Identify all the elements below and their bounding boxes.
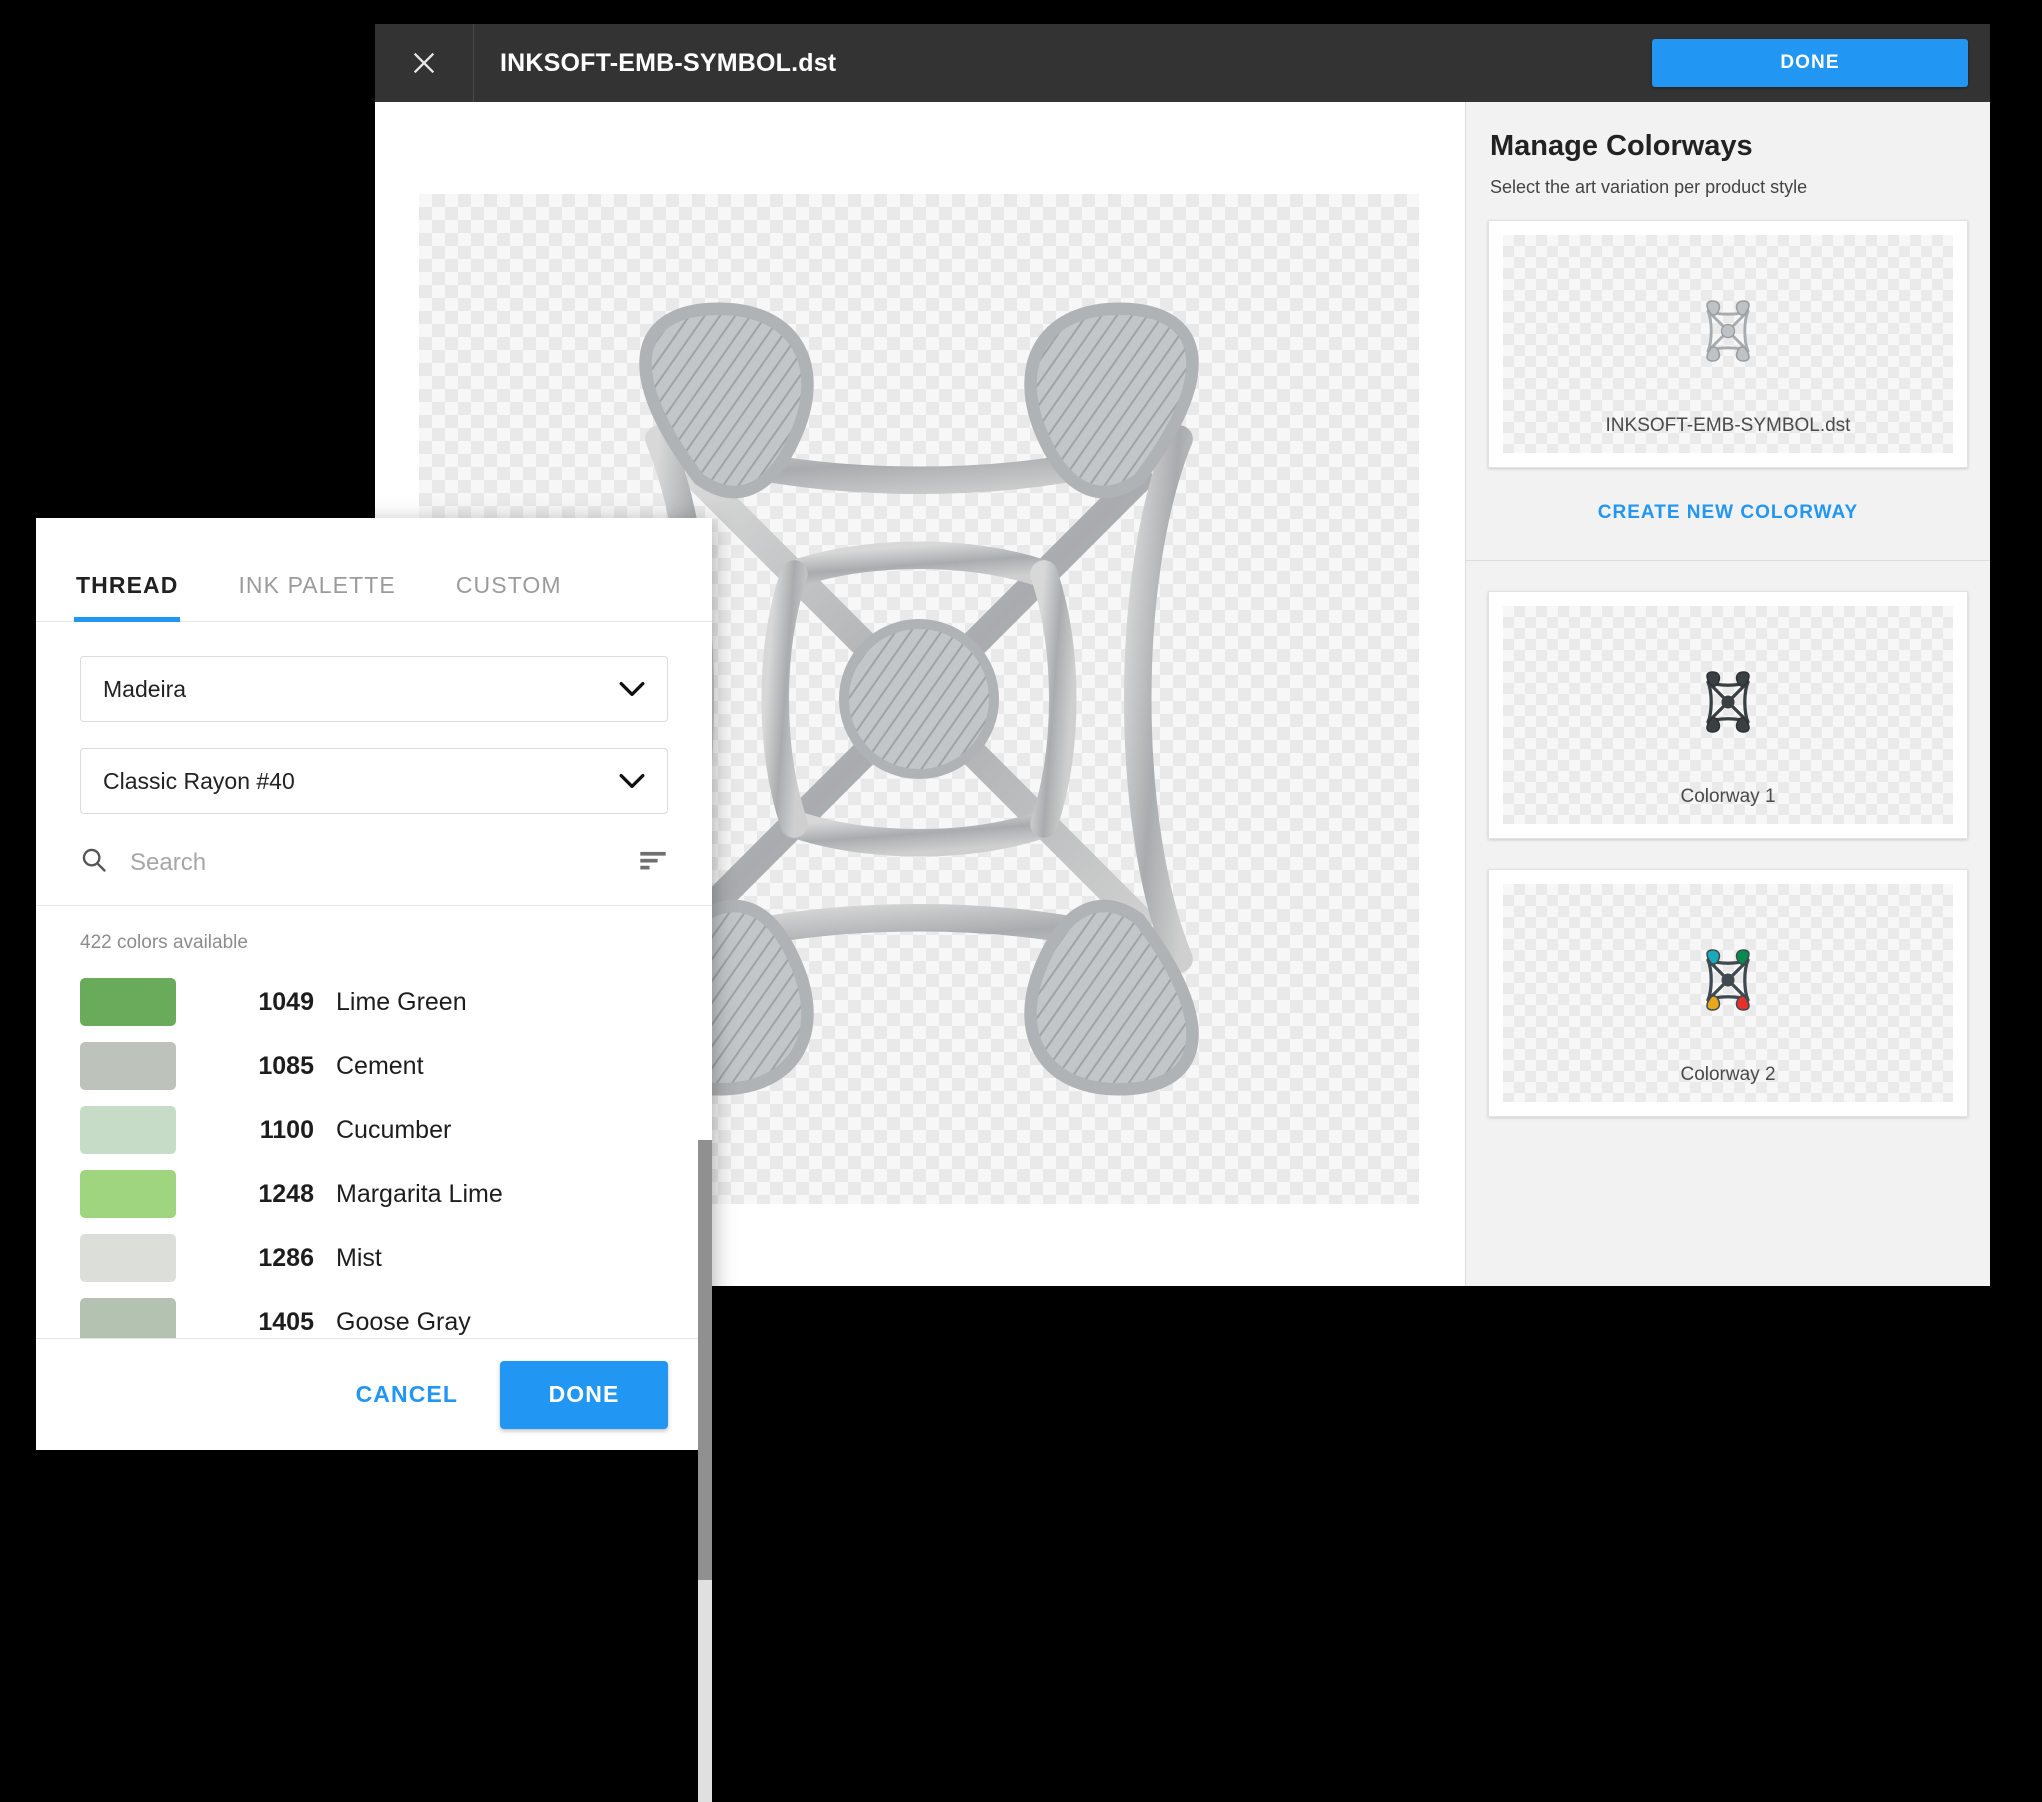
modal-title: INKSOFT-EMB-SYMBOL.dst — [500, 49, 836, 78]
color-swatch — [80, 1106, 176, 1154]
colorway-symbol-original — [1613, 251, 1843, 411]
spacer — [1488, 561, 1968, 591]
colorway-card-original[interactable]: INKSOFT-EMB-SYMBOL.dst — [1488, 220, 1968, 468]
color-swatch — [80, 978, 176, 1026]
color-code: 1049 — [218, 988, 314, 1017]
search-input[interactable] — [128, 848, 624, 878]
sort-icon[interactable] — [638, 849, 668, 876]
colorway-card-2[interactable]: Colorway 2 — [1488, 869, 1968, 1117]
tab-thread[interactable]: THREAD — [76, 572, 178, 621]
close-button[interactable] — [375, 24, 474, 102]
thread-color-row[interactable]: 1049 Lime Green — [80, 970, 668, 1034]
color-code: 1100 — [218, 1116, 314, 1145]
header-done-button[interactable]: DONE — [1652, 39, 1968, 87]
color-name: Goose Gray — [336, 1308, 471, 1337]
colorway-card-1[interactable]: Colorway 1 — [1488, 591, 1968, 839]
colorways-subtitle: Select the art variation per product sty… — [1490, 177, 1968, 198]
color-rows: 1049 Lime Green 1085 Cement 1100 Cucumber 1248… — [80, 970, 668, 1338]
spacer — [1488, 839, 1968, 869]
color-swatch — [80, 1170, 176, 1218]
color-code: 1248 — [218, 1180, 314, 1209]
colorway-symbol-2 — [1613, 900, 1843, 1060]
thread-color-list[interactable]: 422 colors available 1049 Lime Green 1085 C… — [36, 906, 712, 1338]
colorways-title: Manage Colorways — [1490, 130, 1968, 163]
color-code: 1286 — [218, 1244, 314, 1273]
thread-line-select[interactable]: Classic Rayon #40 — [80, 748, 668, 814]
modal-header: INKSOFT-EMB-SYMBOL.dst DONE — [375, 24, 1990, 102]
thread-color-row[interactable]: 1286 Mist — [80, 1226, 668, 1290]
chevron-down-icon — [619, 676, 645, 703]
color-name: Mist — [336, 1244, 382, 1273]
thread-search-row — [36, 840, 712, 906]
manage-colorways-panel: Manage Colorways Select the art variatio… — [1465, 102, 1990, 1286]
color-name: Lime Green — [336, 988, 467, 1017]
thread-line-value: Classic Rayon #40 — [103, 768, 295, 795]
colorway-label: Colorway 1 — [1680, 786, 1775, 808]
thread-tabs: THREAD INK PALETTE CUSTOM — [36, 518, 712, 622]
colors-available-text: 422 colors available — [80, 932, 668, 954]
scrollbar-thumb[interactable] — [698, 1140, 712, 1580]
color-name: Cucumber — [336, 1116, 451, 1145]
create-new-colorway-button[interactable]: CREATE NEW COLORWAY — [1488, 468, 1968, 560]
color-name: Cement — [336, 1052, 424, 1081]
color-code: 1085 — [218, 1052, 314, 1081]
color-swatch — [80, 1298, 176, 1338]
done-button[interactable]: DONE — [500, 1361, 668, 1429]
thread-brand-select[interactable]: Madeira — [80, 656, 668, 722]
color-swatch — [80, 1042, 176, 1090]
thread-brand-value: Madeira — [103, 676, 186, 703]
app-root: INKSOFT-EMB-SYMBOL.dst DONE — [0, 0, 2042, 1528]
color-code: 1405 — [218, 1308, 314, 1337]
close-icon — [408, 47, 440, 79]
colorway-thumbnail: Colorway 1 — [1503, 606, 1953, 824]
thread-picker-dialog: THREAD INK PALETTE CUSTOM Madeira Classi… — [36, 518, 712, 1450]
thread-selectors: Madeira Classic Rayon #40 — [36, 622, 712, 840]
colorway-label: Colorway 2 — [1680, 1064, 1775, 1086]
color-swatch — [80, 1234, 176, 1282]
search-icon — [80, 846, 108, 879]
thread-color-row[interactable]: 1100 Cucumber — [80, 1098, 668, 1162]
thread-dialog-footer: CANCEL DONE — [36, 1338, 712, 1450]
tab-custom[interactable]: CUSTOM — [456, 572, 562, 621]
chevron-down-icon — [619, 768, 645, 795]
colorway-symbol-1 — [1613, 622, 1843, 782]
thread-color-row[interactable]: 1248 Margarita Lime — [80, 1162, 668, 1226]
tab-ink-palette[interactable]: INK PALETTE — [238, 572, 395, 621]
thread-color-row[interactable]: 1085 Cement — [80, 1034, 668, 1098]
colorway-label: INKSOFT-EMB-SYMBOL.dst — [1606, 415, 1851, 437]
colorway-thumbnail: INKSOFT-EMB-SYMBOL.dst — [1503, 235, 1953, 453]
thread-color-row[interactable]: 1405 Goose Gray — [80, 1290, 668, 1338]
color-name: Margarita Lime — [336, 1180, 503, 1209]
colorway-thumbnail: Colorway 2 — [1503, 884, 1953, 1102]
cancel-button[interactable]: CANCEL — [350, 1380, 464, 1409]
